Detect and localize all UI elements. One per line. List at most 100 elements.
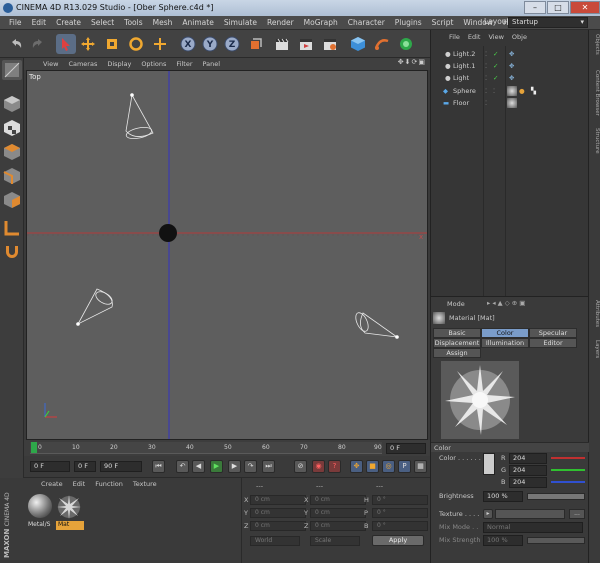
object-menu-edit[interactable]: Edit bbox=[464, 33, 485, 44]
key-parameter-button[interactable]: P bbox=[398, 460, 411, 473]
object-row[interactable]: ● Light.1 ⁚ ✓ ✥ bbox=[431, 60, 589, 72]
move-tool-button[interactable] bbox=[78, 34, 98, 54]
previous-key-button[interactable]: ↶ bbox=[176, 460, 189, 473]
position-y-field[interactable]: 0 cm bbox=[250, 508, 306, 518]
snap-button[interactable] bbox=[2, 242, 22, 262]
top-viewport[interactable]: x Top bbox=[26, 70, 428, 440]
x-axis-lock-button[interactable]: X bbox=[178, 34, 198, 54]
light-object[interactable] bbox=[353, 311, 399, 339]
size-z-field[interactable]: 0 cm bbox=[310, 521, 366, 531]
size-mode-dropdown[interactable]: Scale bbox=[310, 536, 360, 546]
min-frame-field[interactable]: 0 F bbox=[74, 461, 96, 472]
phong-tag-icon[interactable]: ● bbox=[519, 85, 525, 97]
render-to-picture-viewer-button[interactable] bbox=[296, 34, 316, 54]
apply-button[interactable]: Apply bbox=[372, 535, 424, 546]
start-frame-field[interactable]: 0 F bbox=[30, 461, 70, 472]
object-row[interactable]: ● Light.2 ⁚ ✓ ✥ bbox=[431, 48, 589, 60]
edges-mode-button[interactable] bbox=[2, 166, 22, 186]
recent-tool-button[interactable] bbox=[150, 34, 170, 54]
next-frame-button[interactable]: ▶ bbox=[228, 460, 241, 473]
menu-render[interactable]: Render bbox=[262, 18, 299, 27]
scale-tool-button[interactable] bbox=[102, 34, 122, 54]
tab-displacement[interactable]: Displacement bbox=[433, 338, 481, 348]
timeline-track[interactable]: 0 10 20 30 40 50 60 70 80 90 bbox=[30, 442, 382, 454]
light-1-object[interactable] bbox=[76, 288, 114, 326]
size-y-field[interactable]: 0 cm bbox=[310, 508, 366, 518]
layout-dropdown[interactable]: Startup ▾ bbox=[508, 17, 588, 28]
texture-browse-button[interactable]: ... bbox=[569, 509, 585, 519]
key-scale-button[interactable]: ■ bbox=[366, 460, 379, 473]
current-frame-field[interactable]: 0 F bbox=[386, 443, 426, 454]
viewport-menu-view[interactable]: View bbox=[38, 60, 63, 68]
menu-file[interactable]: File bbox=[4, 18, 27, 27]
tab-layers[interactable]: Layers bbox=[590, 340, 600, 358]
key-pla-button[interactable]: ▦ bbox=[414, 460, 427, 473]
add-nurbs-button[interactable] bbox=[396, 34, 416, 54]
color-swatch[interactable] bbox=[483, 453, 495, 475]
green-value-field[interactable]: 204 bbox=[509, 465, 547, 476]
menu-edit[interactable]: Edit bbox=[27, 18, 52, 27]
material-preview-image[interactable] bbox=[441, 361, 519, 439]
visibility-dots-icon[interactable]: ⁚ bbox=[485, 72, 487, 84]
material-menu-texture[interactable]: Texture bbox=[128, 480, 162, 491]
object-menu-file[interactable]: File bbox=[445, 33, 464, 44]
menu-tools[interactable]: Tools bbox=[119, 18, 147, 27]
texture-field[interactable] bbox=[495, 509, 565, 519]
tab-editor[interactable]: Editor bbox=[529, 338, 577, 348]
visibility-dots-icon[interactable]: ⁚ bbox=[485, 48, 487, 60]
record-active-objects-button[interactable]: ◉ bbox=[312, 460, 325, 473]
model-mode-button[interactable] bbox=[2, 94, 22, 114]
viewport-menu-display[interactable]: Display bbox=[102, 60, 136, 68]
previous-frame-button[interactable]: ◀ bbox=[192, 460, 205, 473]
autokeying-button[interactable]: ? bbox=[328, 460, 341, 473]
coordinate-mode-dropdown[interactable]: World bbox=[250, 536, 300, 546]
brightness-field[interactable]: 100 % bbox=[483, 491, 523, 502]
tab-content-browser[interactable]: Content Browser bbox=[590, 70, 600, 116]
material-tag-icon[interactable] bbox=[507, 98, 517, 108]
material-swatch[interactable]: Metal/S bbox=[28, 494, 54, 532]
rotation-b-field[interactable]: 0 ° bbox=[372, 521, 428, 531]
object-row[interactable]: ▬ Floor ⁚ bbox=[431, 97, 589, 109]
material-swatch-selected[interactable]: Mat bbox=[56, 494, 84, 532]
maximize-button[interactable]: □ bbox=[547, 1, 569, 14]
rotation-p-field[interactable]: 0 ° bbox=[372, 508, 428, 518]
visibility-dots-icon[interactable]: ⁚ bbox=[485, 85, 487, 97]
viewport-menu-options[interactable]: Options bbox=[136, 60, 171, 68]
object-menu-view[interactable]: View bbox=[484, 33, 507, 44]
axis-mode-button[interactable] bbox=[2, 218, 22, 238]
menu-character[interactable]: Character bbox=[343, 18, 390, 27]
add-spline-button[interactable] bbox=[372, 34, 392, 54]
size-x-field[interactable]: 0 cm bbox=[310, 495, 366, 505]
key-position-button[interactable]: ✥ bbox=[350, 460, 363, 473]
green-slider[interactable] bbox=[551, 469, 585, 471]
tab-illumination[interactable]: Illumination bbox=[481, 338, 529, 348]
tab-attributes[interactable]: Attributes bbox=[590, 300, 600, 327]
tab-color[interactable]: Color bbox=[481, 328, 529, 338]
attribute-nav-icons[interactable]: ▸ ◂ ▲ ◇ ⊕ ▣ bbox=[487, 299, 525, 307]
rotation-h-field[interactable]: 0 ° bbox=[372, 495, 428, 505]
material-tag-icon[interactable] bbox=[507, 86, 517, 96]
texture-options-button[interactable]: ▸ bbox=[483, 509, 493, 519]
blue-value-field[interactable]: 204 bbox=[509, 477, 547, 488]
close-button[interactable]: ✕ bbox=[570, 1, 600, 14]
object-menu-objects[interactable]: Obje bbox=[508, 33, 531, 44]
go-to-start-button[interactable]: ⏮ bbox=[152, 460, 165, 473]
position-x-field[interactable]: 0 cm bbox=[250, 495, 306, 505]
sphere-object[interactable] bbox=[159, 224, 177, 242]
minimize-button[interactable]: – bbox=[524, 1, 546, 14]
attribute-mode-menu[interactable]: Mode bbox=[447, 300, 465, 308]
motion-record-button[interactable]: ⊘ bbox=[294, 460, 307, 473]
menu-simulate[interactable]: Simulate bbox=[219, 18, 262, 27]
texture-mode-button[interactable] bbox=[2, 118, 22, 138]
target-tag-icon[interactable]: ✥ bbox=[509, 60, 514, 72]
material-menu-function[interactable]: Function bbox=[90, 480, 128, 491]
red-value-field[interactable]: 204 bbox=[509, 453, 547, 464]
viewport-canvas[interactable]: x bbox=[27, 71, 428, 440]
undo-button[interactable] bbox=[6, 34, 26, 54]
tab-specular[interactable]: Specular bbox=[529, 328, 577, 338]
rotate-tool-button[interactable] bbox=[126, 34, 146, 54]
viewport-menu-panel[interactable]: Panel bbox=[198, 60, 226, 68]
enabled-check-icon[interactable]: ✓ bbox=[493, 60, 498, 72]
end-frame-field[interactable]: 90 F bbox=[100, 461, 142, 472]
make-editable-button[interactable] bbox=[2, 60, 22, 80]
